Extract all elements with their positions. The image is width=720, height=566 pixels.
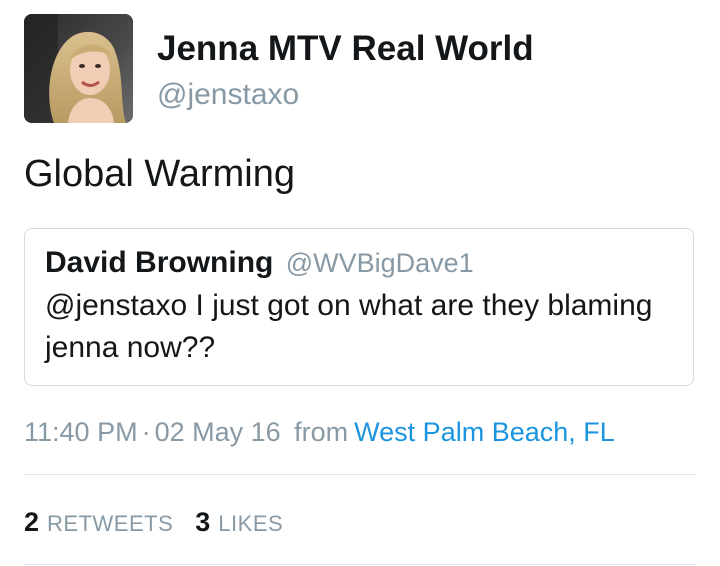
profile-photo-icon — [24, 14, 133, 123]
tweet-detail: Jenna MTV Real World @jenstaxo Global Wa… — [0, 0, 720, 566]
author-handle[interactable]: @jenstaxo — [157, 76, 534, 114]
quoted-tweet-header: David Browning @WVBigDave1 — [45, 243, 673, 283]
divider — [24, 474, 696, 475]
tweet-header: Jenna MTV Real World @jenstaxo — [24, 14, 534, 124]
from-label: from — [294, 417, 349, 447]
quoted-tweet-text: @jenstaxo I just got on what are they bl… — [45, 289, 653, 364]
tweet-meta: 11:40 PM · 02 May 16 from West Palm Beach, … — [24, 414, 615, 450]
retweets-stat[interactable]: 2 RETWEETS — [24, 505, 173, 541]
location-link[interactable]: West Palm Beach, FL — [354, 417, 615, 447]
tweet-time[interactable]: 11:40 PM — [24, 417, 138, 447]
quoted-tweet[interactable]: David Browning @WVBigDave1 @jenstaxo I j… — [24, 228, 694, 386]
likes-stat[interactable]: 3 LIKES — [195, 505, 283, 541]
quoted-author-handle: @WVBigDave1 — [285, 248, 474, 278]
avatar[interactable] — [24, 14, 133, 123]
divider — [24, 564, 696, 565]
retweets-count: 2 — [24, 507, 40, 537]
likes-label: LIKES — [218, 511, 284, 536]
author-names: Jenna MTV Real World @jenstaxo — [157, 14, 534, 114]
tweet-date[interactable]: 02 May 16 — [155, 417, 281, 447]
author-display-name[interactable]: Jenna MTV Real World — [157, 28, 534, 70]
meta-separator: · — [141, 417, 151, 447]
retweets-label: RETWEETS — [47, 511, 174, 536]
quoted-author-name: David Browning — [45, 246, 274, 279]
likes-count: 3 — [195, 507, 211, 537]
tweet-text: Global Warming — [24, 153, 296, 195]
tweet-stats: 2 RETWEETS 3 LIKES — [24, 505, 305, 541]
